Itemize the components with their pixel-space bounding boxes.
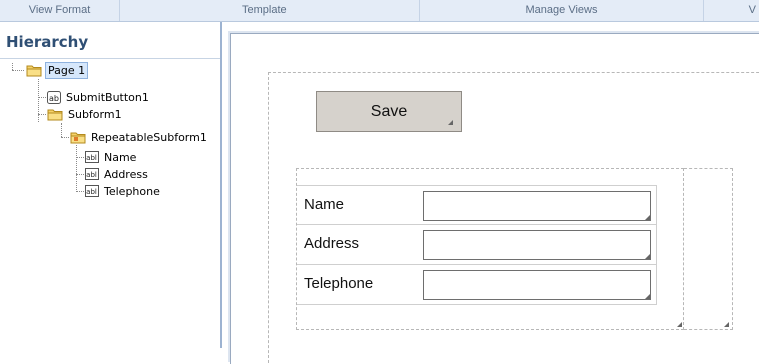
tree-connector bbox=[38, 79, 39, 122]
tree-connector bbox=[61, 137, 69, 138]
telephone-input-wrap bbox=[423, 270, 651, 300]
hierarchy-panel: Hierarchy Page 1 ab SubmitButton1 Subfor… bbox=[0, 22, 222, 349]
tree-connector bbox=[76, 174, 84, 175]
resize-grip-icon bbox=[645, 294, 650, 299]
tree-node-page1[interactable]: Page 1 bbox=[26, 62, 89, 79]
tree-connector bbox=[38, 97, 46, 98]
hierarchy-title: Hierarchy bbox=[6, 33, 89, 51]
design-canvas[interactable]: Save Name Address Telephone bbox=[224, 22, 759, 364]
tree-node-label: Subform1 bbox=[68, 108, 122, 121]
field-row-telephone: Telephone bbox=[297, 265, 657, 305]
tree-connector bbox=[38, 114, 46, 115]
tree-node-subform1[interactable]: Subform1 bbox=[47, 106, 124, 123]
address-input-wrap bbox=[423, 230, 651, 260]
folder-icon bbox=[26, 64, 42, 77]
resize-grip-icon bbox=[645, 254, 650, 259]
tree-node-repeatablesubform1[interactable]: RepeatableSubform1 bbox=[70, 129, 209, 146]
field-row-name: Name bbox=[297, 185, 657, 225]
name-input-wrap bbox=[423, 191, 651, 221]
tree-connector bbox=[76, 157, 84, 158]
ribbon-group-view-format: View Format bbox=[0, 0, 120, 21]
tree-connector bbox=[61, 123, 62, 137]
tree-node-label: Address bbox=[104, 168, 148, 181]
address-input[interactable] bbox=[423, 230, 651, 260]
tree-node-name[interactable]: abl Name bbox=[85, 149, 138, 166]
subform-overflow-outline bbox=[684, 168, 733, 330]
svg-text:abl: abl bbox=[86, 188, 97, 196]
name-label: Name bbox=[304, 196, 345, 213]
svg-text:ab: ab bbox=[49, 94, 59, 103]
field-row-address: Address bbox=[297, 225, 657, 265]
text-field-icon: abl bbox=[85, 185, 99, 197]
ribbon-group-manage-views: Manage Views bbox=[420, 0, 704, 21]
tree-connector bbox=[76, 145, 77, 190]
telephone-label: Telephone bbox=[304, 275, 374, 292]
resize-grip-icon bbox=[645, 215, 650, 220]
folder-icon bbox=[47, 108, 63, 121]
tree-node-telephone[interactable]: abl Telephone bbox=[85, 183, 162, 200]
svg-text:abl: abl bbox=[86, 154, 97, 162]
telephone-input[interactable] bbox=[423, 270, 651, 300]
resize-grip-icon bbox=[724, 322, 729, 327]
tree-node-label: SubmitButton1 bbox=[66, 91, 149, 104]
text-field-icon: abl bbox=[85, 168, 99, 180]
svg-text:abl: abl bbox=[86, 171, 97, 179]
tree-node-label: Page 1 bbox=[45, 62, 89, 79]
ribbon-group-truncated: V bbox=[748, 4, 756, 16]
tree-node-label: RepeatableSubform1 bbox=[91, 131, 207, 144]
text-field-icon: abl bbox=[85, 151, 99, 163]
button-field-icon: ab bbox=[47, 91, 61, 104]
tree-node-address[interactable]: abl Address bbox=[85, 166, 150, 183]
ribbon-group-labels: View Format Template Manage Views V bbox=[0, 0, 759, 22]
ribbon-group-template: Template bbox=[120, 0, 420, 21]
resize-grip-icon bbox=[677, 322, 682, 327]
tree-connector bbox=[12, 70, 24, 71]
tree-node-label: Telephone bbox=[104, 185, 160, 198]
tree-node-submitbutton1[interactable]: ab SubmitButton1 bbox=[47, 89, 151, 106]
tree-connector bbox=[76, 191, 84, 192]
hierarchy-tree[interactable]: Page 1 ab SubmitButton1 Subform1 Repeata… bbox=[0, 58, 220, 349]
repeatable-folder-icon bbox=[70, 131, 86, 144]
save-button[interactable]: Save bbox=[316, 91, 462, 132]
name-input[interactable] bbox=[423, 191, 651, 221]
tree-connector bbox=[12, 63, 13, 70]
tree-node-label: Name bbox=[104, 151, 137, 164]
address-label: Address bbox=[304, 235, 360, 252]
